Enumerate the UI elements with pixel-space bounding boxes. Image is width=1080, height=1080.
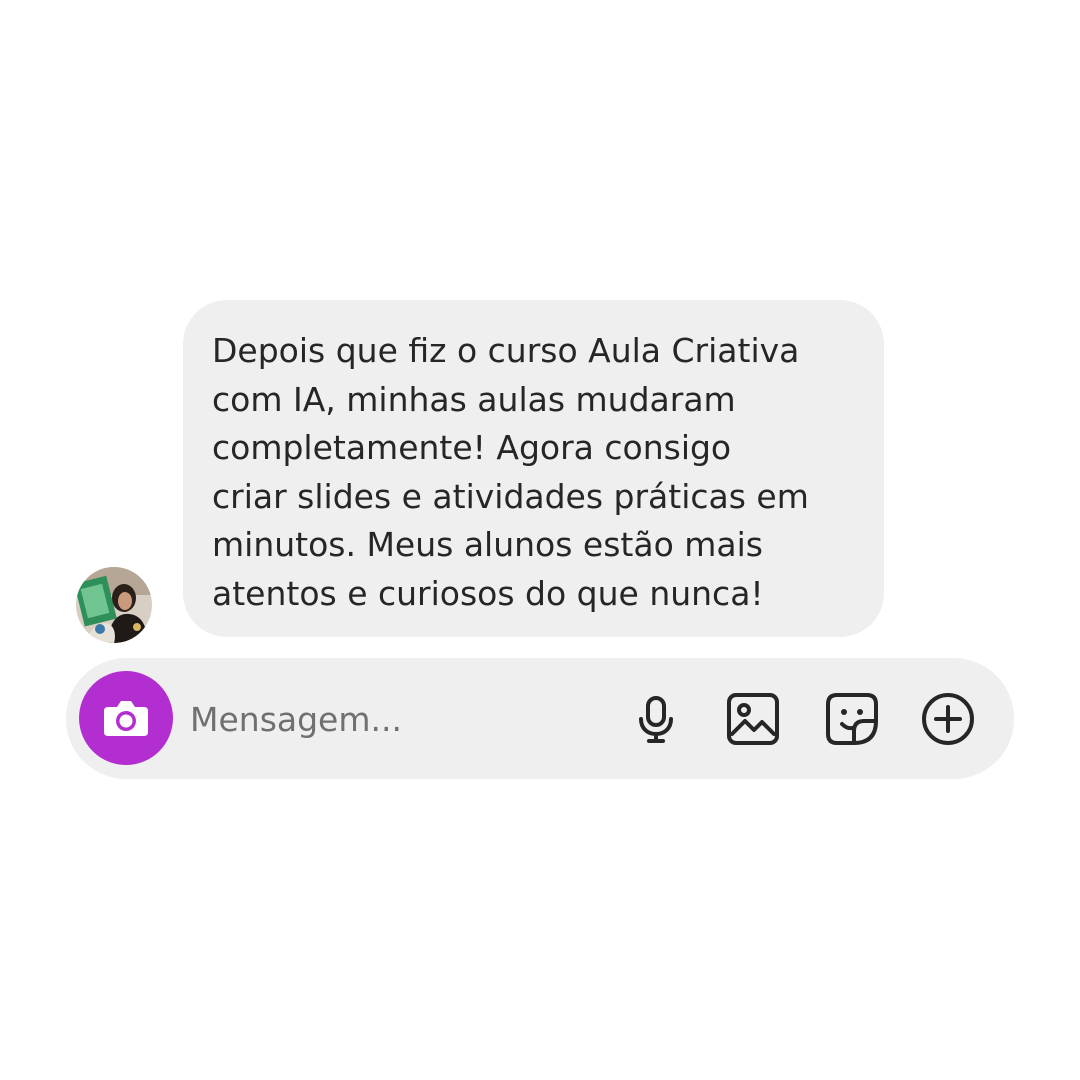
message-line: criar slides e atividades práticas em (212, 476, 809, 516)
avatar-photo (76, 567, 152, 643)
message-line: Depois que fiz o curso Aula Criativa (212, 331, 800, 370)
more-options-button[interactable] (919, 690, 977, 748)
message-line: minutos. Meus alunos estão mais (212, 525, 763, 564)
gallery-button[interactable] (724, 690, 782, 748)
avatar[interactable] (76, 567, 152, 643)
plus-circle-icon (922, 693, 974, 745)
camera-icon (79, 671, 173, 765)
microphone-icon (639, 696, 673, 743)
message-line: atentos e curiosos do que nunca! (212, 573, 764, 613)
sticker-icon (826, 693, 878, 745)
camera-button[interactable] (79, 671, 173, 765)
sticker-button[interactable] (823, 690, 881, 748)
received-message-bubble[interactable]: Depois que fiz o curso Aula Criativa com… (183, 300, 884, 637)
microphone-button[interactable] (627, 690, 685, 748)
message-composer (66, 658, 1014, 779)
message-input[interactable] (190, 690, 610, 748)
message-line: com IA, minhas aulas mudaram (212, 379, 736, 419)
gallery-icon (727, 693, 779, 745)
message-line: completamente! Agora consigo (212, 428, 732, 467)
